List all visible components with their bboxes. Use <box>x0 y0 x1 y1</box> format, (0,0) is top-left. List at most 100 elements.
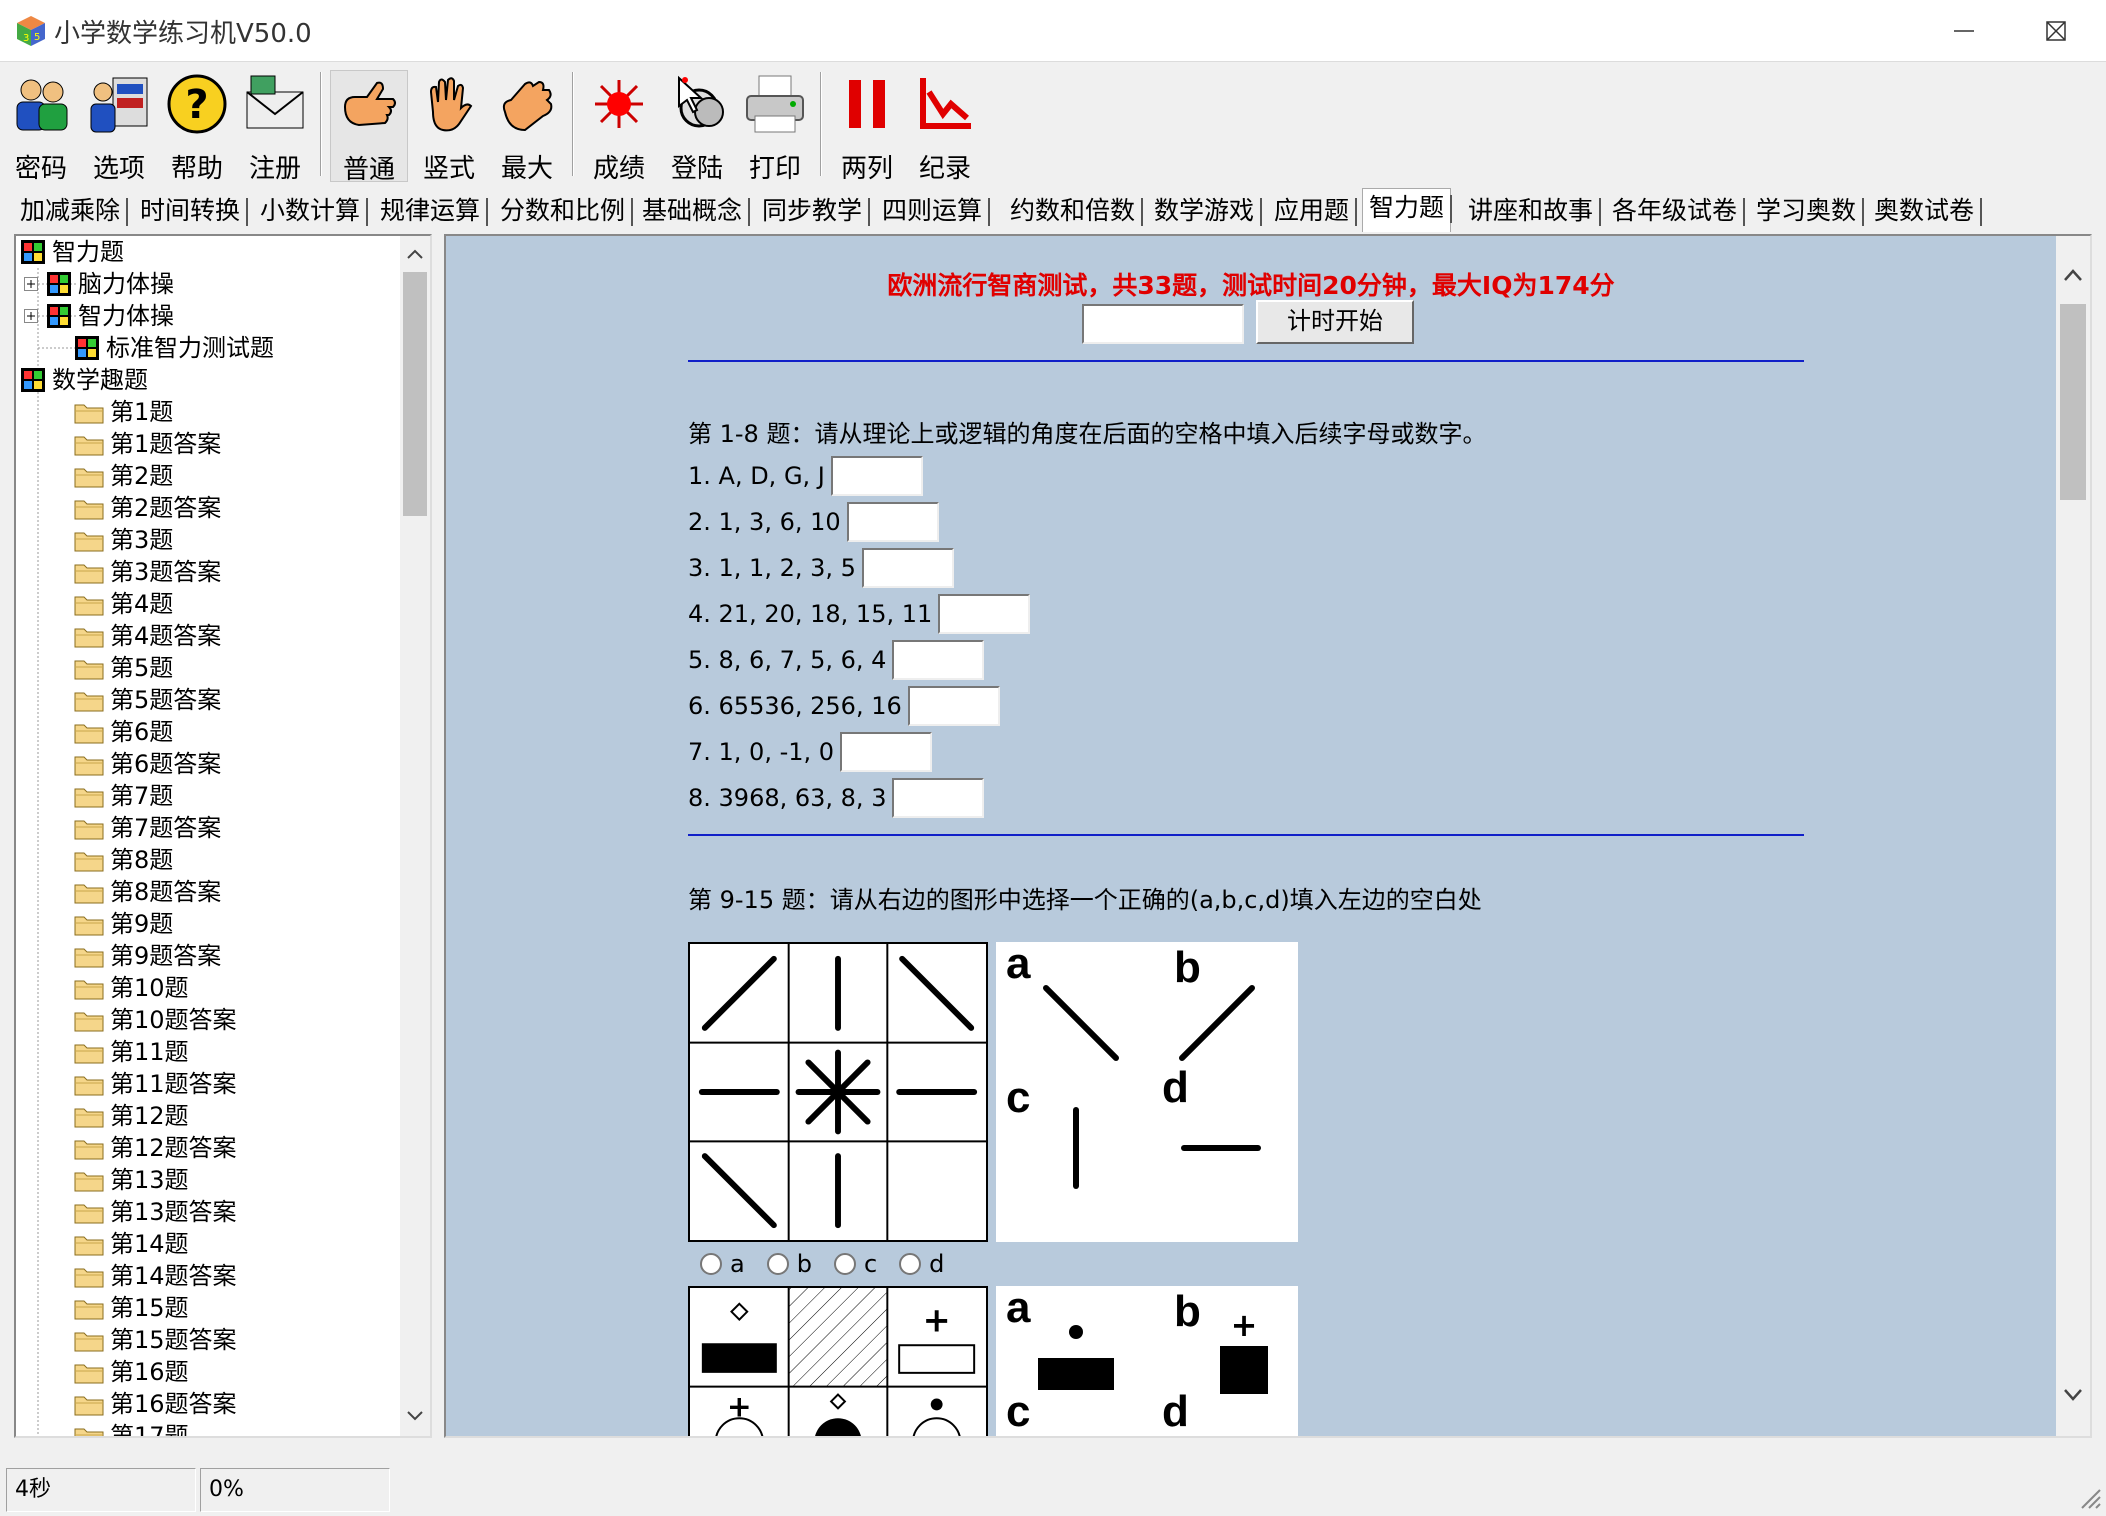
hand-grab-icon <box>502 80 553 132</box>
tree-node-question[interactable]: 第12题答案 <box>74 1132 237 1164</box>
tree-node-question[interactable]: 第6题 <box>74 716 173 748</box>
tree-node-puzzle-child[interactable]: 标准智力测试题 <box>74 332 274 364</box>
minimize-button[interactable] <box>1918 0 2010 62</box>
tree-node-question[interactable]: 第4题答案 <box>74 620 221 652</box>
record-label: 纪录 <box>918 154 971 184</box>
tab-add-sub-mul-div[interactable]: 加减乘除 <box>14 192 129 230</box>
tab-grade-exams[interactable]: 各年级试卷 <box>1606 192 1746 230</box>
expand-plus-icon[interactable] <box>24 309 38 323</box>
tab-fraction-ratio[interactable]: 分数和比例 <box>494 192 634 230</box>
start-timer-button[interactable]: 计时开始 <box>1256 300 1414 344</box>
help-button[interactable]: ? 帮助 <box>158 70 236 184</box>
tab-learn-olympiad[interactable]: 学习奥数 <box>1750 192 1865 230</box>
tree-node-question[interactable]: 第2题答案 <box>74 492 221 524</box>
tree-node-question[interactable]: 第5题 <box>74 652 173 684</box>
tree-node-question[interactable]: 第9题 <box>74 908 173 940</box>
tree-node-question[interactable]: 第8题 <box>74 844 173 876</box>
radio-d[interactable] <box>899 1253 922 1275</box>
tree-node-question[interactable]: 第12题 <box>74 1100 189 1132</box>
answer-input[interactable] <box>907 686 1000 726</box>
tree-node-question[interactable]: 第3题答案 <box>74 556 221 588</box>
tree-node-question[interactable]: 第9题答案 <box>74 940 221 972</box>
tree-node-question[interactable]: 第13题答案 <box>74 1196 237 1228</box>
print-button[interactable]: 打印 <box>736 70 814 184</box>
tree-node-puzzle-child[interactable]: 智力体操 <box>24 300 174 332</box>
folder-icon <box>74 724 104 744</box>
tab-time-conversion[interactable]: 时间转换 <box>134 192 249 230</box>
tab-decimal[interactable]: 小数计算 <box>254 192 369 230</box>
tree-node-question[interactable]: 第17题 <box>74 1420 189 1436</box>
tree-node-question[interactable]: 第10题 <box>74 972 189 1004</box>
expand-plus-icon[interactable] <box>24 277 38 291</box>
answer-input[interactable] <box>938 594 1031 634</box>
tree-node-question[interactable]: 第13题 <box>74 1164 189 1196</box>
tree-node-math-fun[interactable]: 数学趣题 <box>20 364 148 396</box>
scroll-down-icon[interactable] <box>2062 1386 2084 1404</box>
tree-node-question[interactable]: 第16题 <box>74 1356 189 1388</box>
svg-text:+: + <box>1231 1306 1258 1344</box>
answer-input[interactable] <box>846 502 939 542</box>
question-text: 2. 1, 3, 6, 10 <box>688 508 841 536</box>
tab-puzzles[interactable]: 智力题 <box>1362 188 1453 232</box>
tab-sync-teaching[interactable]: 同步教学 <box>756 192 871 230</box>
tree-node-question[interactable]: 第2题 <box>74 460 173 492</box>
record-button[interactable]: 纪录 <box>906 70 984 184</box>
login-button[interactable]: 登陆 <box>658 70 736 184</box>
tab-basic-concepts[interactable]: 基础概念 <box>636 192 751 230</box>
password-button[interactable]: 密码 <box>2 70 80 184</box>
tree-node-question[interactable]: 第6题答案 <box>74 748 221 780</box>
tree-node-question[interactable]: 第11题答案 <box>74 1068 237 1100</box>
tree-node-question[interactable]: 第15题 <box>74 1292 189 1324</box>
answer-input[interactable] <box>892 778 985 818</box>
tab-four-operations[interactable]: 四则运算 <box>876 192 991 230</box>
radio-b[interactable] <box>766 1253 789 1275</box>
tree-node-label: 第3题答案 <box>110 558 222 586</box>
tab-pattern[interactable]: 规律运算 <box>374 192 489 230</box>
content-scroll-thumb[interactable] <box>2060 304 2086 500</box>
close-button[interactable] <box>2010 0 2102 62</box>
tree-node-question[interactable]: 第1题 <box>74 396 173 428</box>
tab-word-problems[interactable]: 应用题 <box>1268 192 1358 230</box>
scroll-up-icon[interactable] <box>2062 266 2084 284</box>
score-button[interactable]: 成绩 <box>580 70 658 184</box>
answer-input[interactable] <box>861 548 954 588</box>
options-button[interactable]: 选项 <box>80 70 158 184</box>
tree-node-question[interactable]: 第1题答案 <box>74 428 221 460</box>
tree-node-question[interactable]: 第8题答案 <box>74 876 221 908</box>
radio-a[interactable] <box>700 1253 722 1275</box>
tree-node-question[interactable]: 第16题答案 <box>74 1388 237 1420</box>
tree-node-question[interactable]: 第10题答案 <box>74 1004 237 1036</box>
tree-scrollbar[interactable] <box>400 236 430 1436</box>
content-scrollbar[interactable] <box>2056 236 2090 1436</box>
scroll-up-icon[interactable] <box>405 246 425 262</box>
tree-node-question[interactable]: 第15题答案 <box>74 1324 237 1356</box>
resize-grip-icon[interactable] <box>2076 1484 2102 1510</box>
tree-scroll-thumb[interactable] <box>403 272 427 516</box>
answer-input[interactable] <box>830 456 923 496</box>
tree-node-question[interactable]: 第14题 <box>74 1228 189 1260</box>
vertical-button[interactable]: 竖式 <box>410 70 488 184</box>
tree-node-label: 第6题答案 <box>110 750 222 778</box>
normal-button[interactable]: 普通 <box>330 70 408 185</box>
tab-divisor-multiple[interactable]: 约数和倍数 <box>1004 192 1144 230</box>
max-button[interactable]: 最大 <box>488 70 566 184</box>
answer-input[interactable] <box>840 732 933 772</box>
two-column-button[interactable]: 两列 <box>828 70 906 184</box>
tree-node-question[interactable]: 第14题答案 <box>74 1260 237 1292</box>
tree-node-puzzles[interactable]: 智力题 <box>20 236 124 268</box>
answer-input[interactable] <box>892 640 985 680</box>
tree-node-question[interactable]: 第4题 <box>74 588 173 620</box>
tab-olympiad-exams[interactable]: 奥数试卷 <box>1868 192 1983 230</box>
tree-node-question[interactable]: 第5题答案 <box>74 684 221 716</box>
register-button[interactable]: 注册 <box>236 70 314 184</box>
tree-node-question[interactable]: 第7题 <box>74 780 173 812</box>
tab-math-games[interactable]: 数学游戏 <box>1148 192 1263 230</box>
radio-c[interactable] <box>833 1253 856 1275</box>
scroll-down-icon[interactable] <box>405 1408 425 1424</box>
timer-display-input[interactable] <box>1082 304 1244 344</box>
tree-node-question[interactable]: 第7题答案 <box>74 812 221 844</box>
tab-lectures-stories[interactable]: 讲座和故事 <box>1462 192 1602 230</box>
tree-node-puzzle-child[interactable]: 脑力体操 <box>24 268 174 300</box>
tree-node-question[interactable]: 第3题 <box>74 524 173 556</box>
tree-node-question[interactable]: 第11题 <box>74 1036 189 1068</box>
